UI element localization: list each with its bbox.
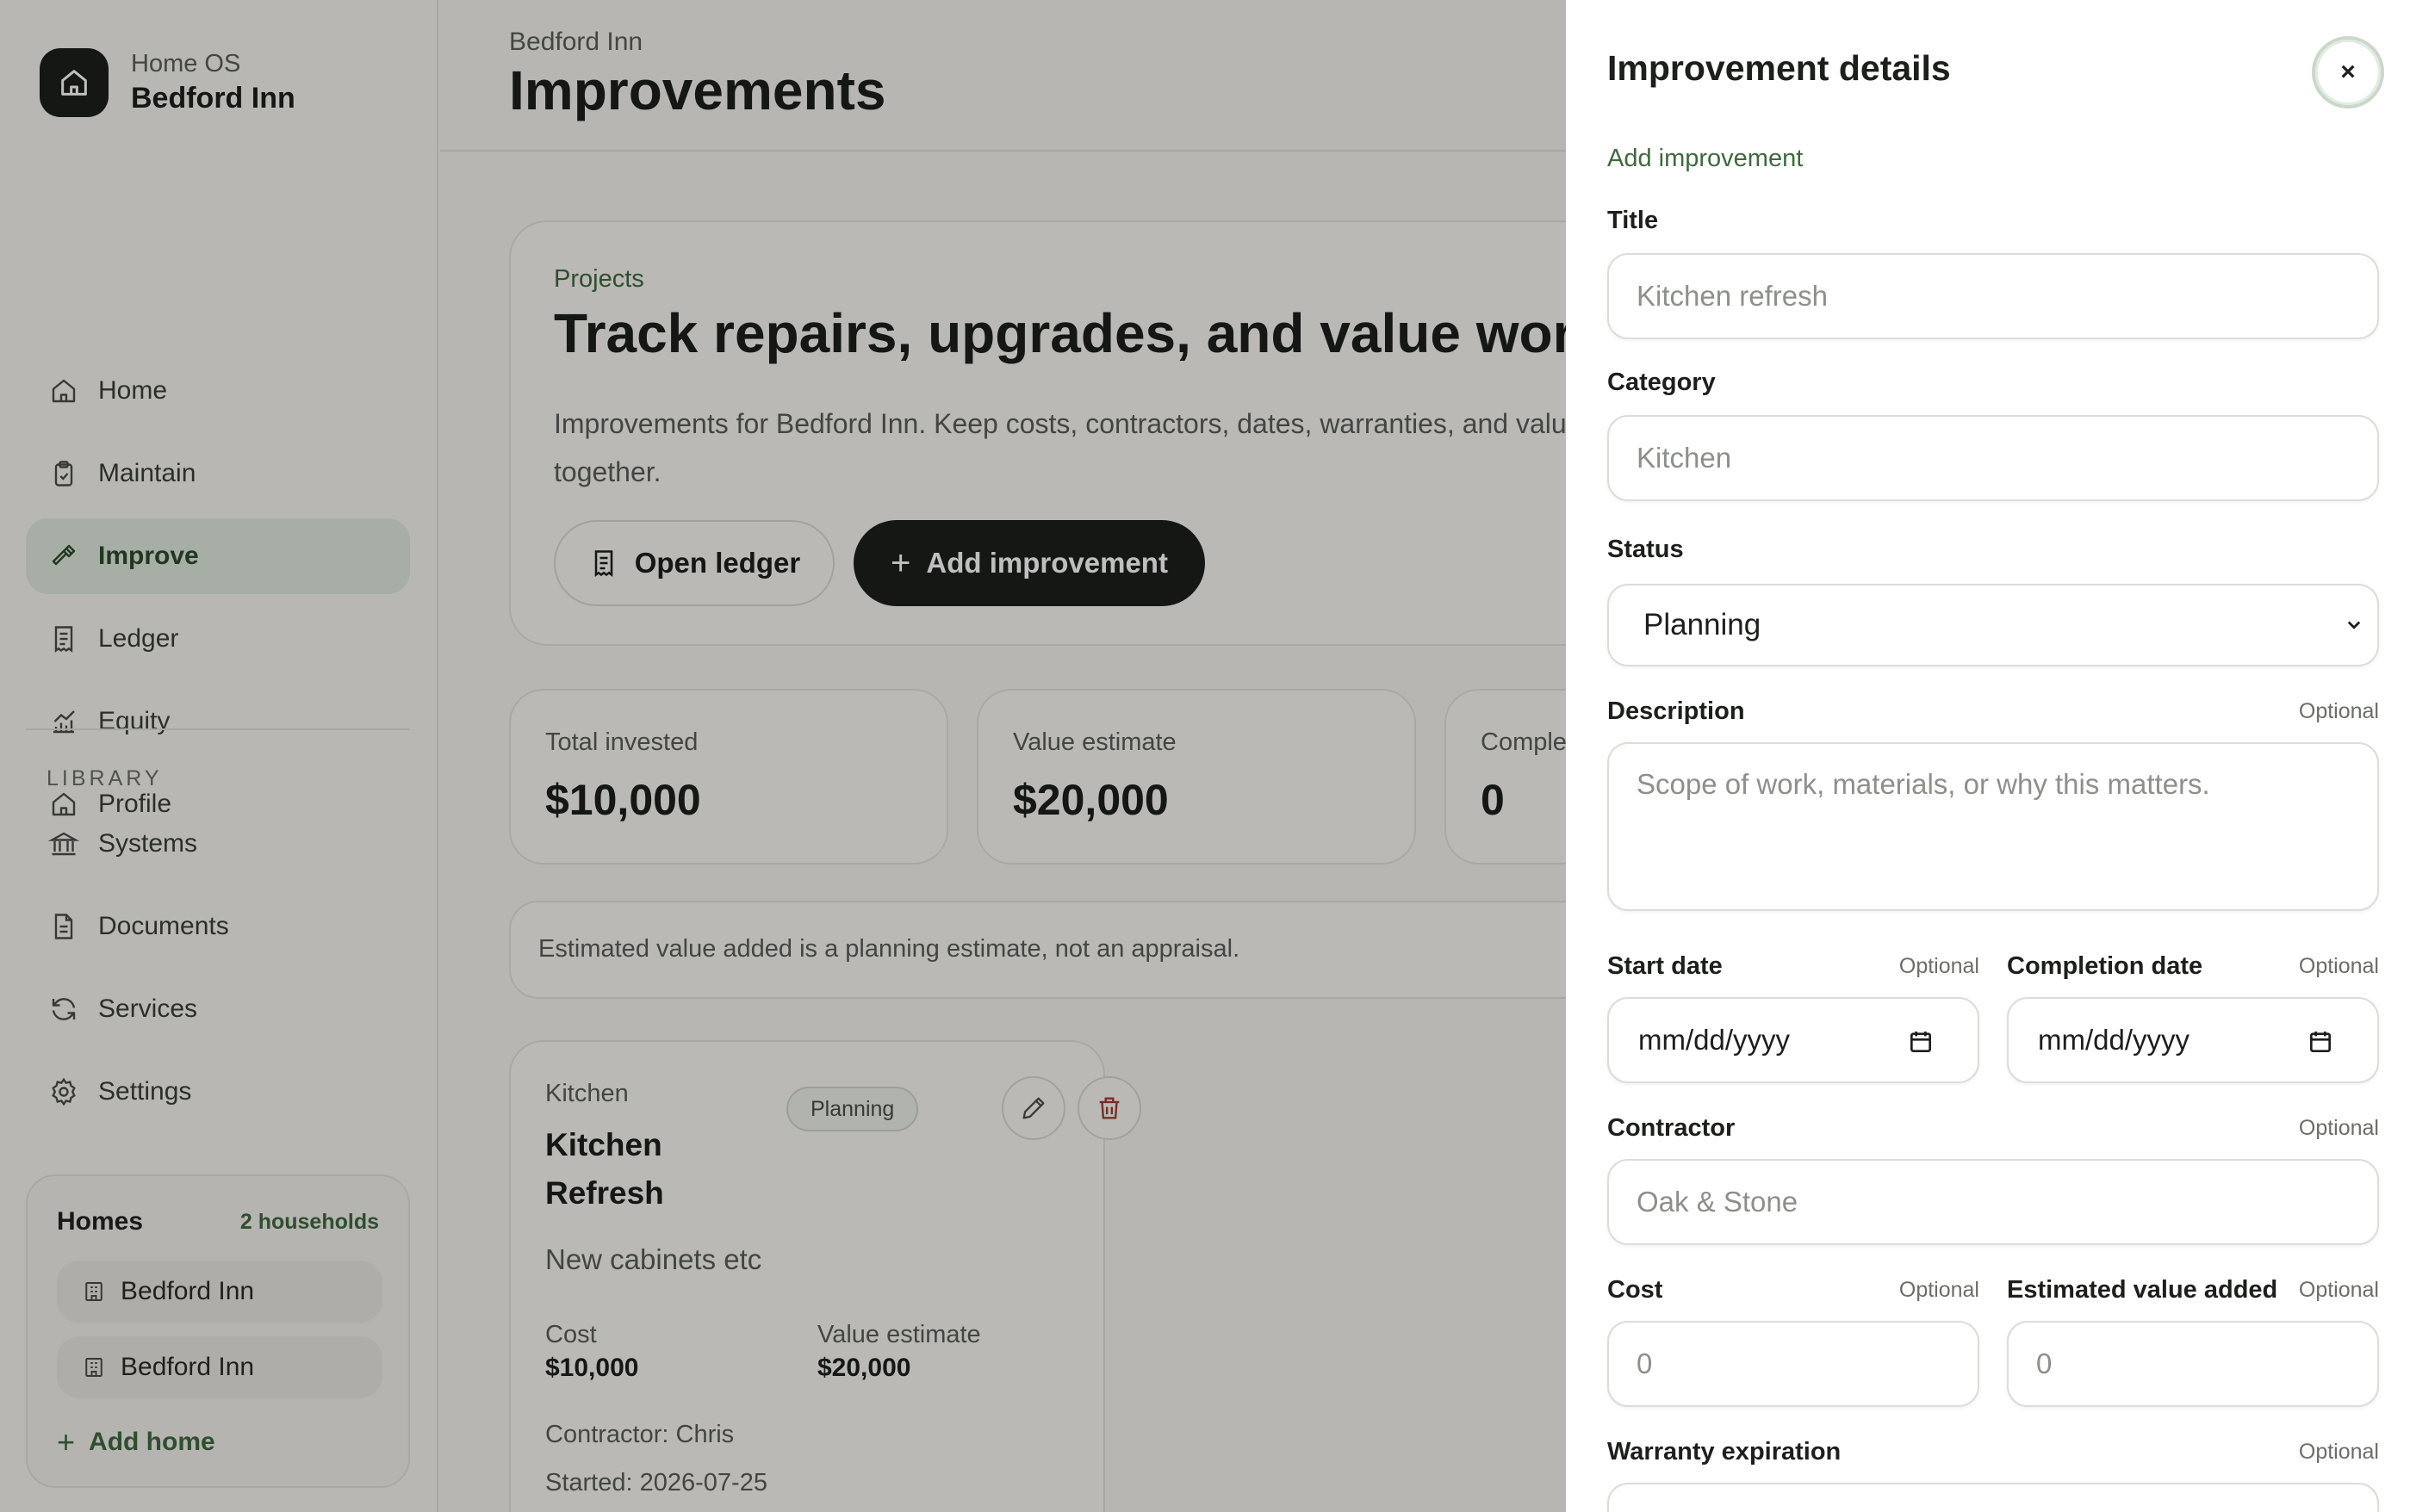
- completion-date-input[interactable]: mm/dd/yyyy: [2007, 997, 2379, 1083]
- description-textarea[interactable]: [1607, 742, 2379, 911]
- date-placeholder: mm/dd/yyyy: [1638, 1024, 1791, 1056]
- status-select[interactable]: Planning: [1607, 584, 2379, 666]
- optional-hint: Optional: [1898, 954, 1979, 978]
- value-added-input[interactable]: [2007, 1321, 2379, 1407]
- optional-hint: Optional: [1898, 1278, 1979, 1302]
- improvement-drawer: Improvement details × Add improvement Ti…: [1566, 0, 2410, 1512]
- contractor-input[interactable]: [1607, 1159, 2379, 1245]
- description-label: Description: [1607, 697, 1745, 725]
- start-date-input[interactable]: mm/dd/yyyy: [1607, 997, 1979, 1083]
- warranty-label: Warranty expiration: [1607, 1438, 1842, 1466]
- optional-hint: Optional: [2298, 1440, 2379, 1464]
- close-icon: ×: [2340, 58, 2356, 86]
- status-label: Status: [1607, 536, 1684, 563]
- optional-hint: Optional: [2298, 1278, 2379, 1302]
- completion-date-label: Completion date: [2007, 952, 2203, 980]
- optional-hint: Optional: [2298, 954, 2379, 978]
- chevron-down-icon: [2347, 621, 2361, 629]
- title-input[interactable]: [1607, 253, 2379, 339]
- category-input[interactable]: [1607, 415, 2379, 501]
- close-button[interactable]: ×: [2312, 36, 2384, 108]
- status-select-value: Planning: [1643, 608, 1761, 641]
- warranty-date-input[interactable]: [1607, 1483, 2379, 1512]
- cost-label: Cost: [1607, 1276, 1663, 1304]
- optional-hint: Optional: [2298, 1116, 2379, 1140]
- drawer-subtitle: Add improvement: [1607, 145, 1804, 172]
- app-root: Home OS Bedford Inn Home Maintain Improv…: [0, 0, 2410, 1512]
- title-label: Title: [1607, 207, 1659, 234]
- drawer-title: Improvement details: [1607, 48, 1951, 88]
- date-placeholder: mm/dd/yyyy: [2038, 1024, 2190, 1056]
- category-label: Category: [1607, 369, 1716, 396]
- contractor-label: Contractor: [1607, 1114, 1736, 1142]
- cost-input[interactable]: [1607, 1321, 1979, 1407]
- value-added-label: Estimated value added: [2007, 1276, 2278, 1304]
- optional-hint: Optional: [2298, 699, 2379, 723]
- calendar-icon[interactable]: [1907, 1028, 1935, 1056]
- start-date-label: Start date: [1607, 952, 1723, 980]
- calendar-icon[interactable]: [2307, 1028, 2334, 1056]
- modal-backdrop[interactable]: [0, 0, 1566, 1512]
